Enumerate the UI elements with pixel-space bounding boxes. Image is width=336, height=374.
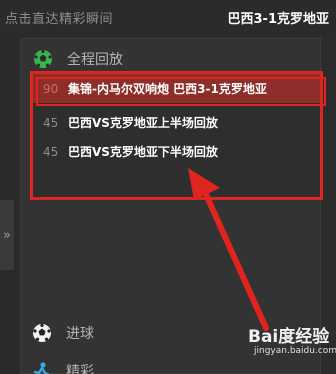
player-kick-icon — [30, 359, 54, 374]
expand-sidebar-button[interactable]: » — [0, 200, 14, 270]
watermark-url: jingyan.baidu.com — [254, 346, 336, 356]
header-bar: 点击直达精彩瞬间 巴西3-1克罗地亚 — [0, 0, 336, 36]
replay-title: 巴西VS克罗地亚上半场回放 — [68, 116, 218, 130]
match-replay-screen: 点击直达精彩瞬间 巴西3-1克罗地亚 » 全程回放 90 集锦-内马尔双响炮 巴… — [0, 0, 336, 374]
replay-minute: 45 — [43, 115, 59, 130]
replay-title: 巴西VS克罗地亚下半场回放 — [68, 145, 218, 159]
replay-row-1[interactable]: 45 巴西VS克罗地亚上半场回放 — [33, 108, 320, 137]
category-label: 进球 — [66, 326, 94, 342]
category-label: 精彩 — [66, 364, 94, 374]
watermark-brand: Bai度经验 — [248, 327, 330, 347]
baidu-jingyan-watermark: Bai度经验 jingyan.baidu.com — [242, 322, 336, 368]
category-label: 全程回放 — [67, 52, 123, 68]
replay-title: 集锦-内马尔双响炮 巴西3-1克罗地亚 — [68, 82, 267, 96]
replay-minute: 90 — [43, 81, 59, 96]
double-chevron-right-icon: » — [3, 227, 11, 243]
replay-row-0[interactable]: 90 集锦-内马尔双响炮 巴西3-1克罗地亚 — [33, 74, 320, 103]
highlights-hint-label: 点击直达精彩瞬间 — [5, 12, 114, 27]
match-title: 巴西3-1克罗地亚 — [227, 12, 330, 27]
soccer-ball-green-icon — [31, 47, 55, 71]
soccer-ball-icon — [30, 321, 54, 345]
replay-list: 90 集锦-内马尔双响炮 巴西3-1克罗地亚 45 巴西VS克罗地亚上半场回放 … — [30, 71, 326, 200]
replay-minute: 45 — [43, 144, 59, 159]
replay-row-2[interactable]: 45 巴西VS克罗地亚下半场回放 — [33, 137, 320, 166]
